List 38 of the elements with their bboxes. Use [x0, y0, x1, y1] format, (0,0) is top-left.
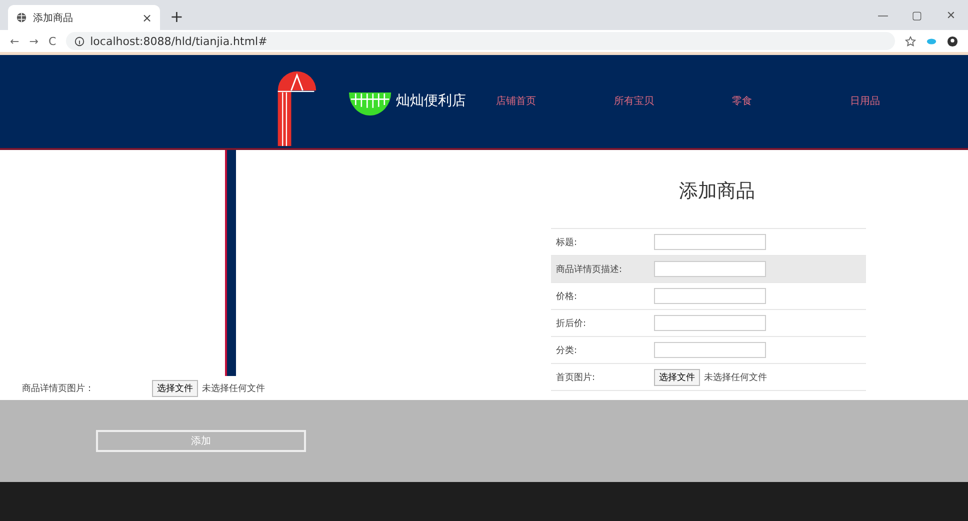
shop-name: 灿灿便利店 — [396, 92, 466, 110]
browser-tab[interactable]: 添加商品 × — [8, 5, 160, 30]
choose-file-button[interactable]: 选择文件 — [654, 368, 700, 386]
tab-title: 添加商品 — [33, 12, 74, 24]
star-icon[interactable] — [905, 36, 916, 46]
nav-link[interactable]: 日用品 — [850, 94, 968, 108]
new-tab-button[interactable]: + — [170, 7, 184, 26]
back-button[interactable]: ← — [10, 34, 20, 48]
forward-button[interactable]: → — [29, 34, 38, 48]
info-icon — [74, 36, 86, 46]
profile-icon[interactable] — [947, 36, 958, 46]
address-bar[interactable]: localhost:8088/hld/tianjia.html# — [66, 32, 895, 50]
input-field[interactable] — [654, 261, 766, 277]
file-status: 未选择任何文件 — [704, 372, 767, 384]
maximize-button[interactable]: ▢ — [900, 9, 934, 22]
field-label: 价格: — [556, 290, 578, 302]
input-field[interactable] — [654, 342, 766, 358]
globe-icon — [16, 12, 27, 23]
field-label: 分类: — [556, 344, 578, 356]
field-label: 标题: — [556, 236, 578, 248]
page-title: 添加商品 — [679, 179, 755, 204]
minimize-button[interactable]: — — [866, 9, 900, 22]
input-field[interactable] — [654, 288, 766, 304]
choose-file-button[interactable]: 选择文件 — [152, 380, 198, 396]
file-status: 未选择任何文件 — [202, 382, 265, 394]
field-label: 商品详情页描述: — [556, 264, 624, 276]
close-button[interactable]: ✕ — [934, 9, 968, 22]
reload-button[interactable]: C — [48, 34, 56, 48]
nav-link[interactable]: 所有宝贝 — [614, 94, 732, 108]
field-label: 商品详情页图片： — [22, 382, 95, 394]
input-field[interactable] — [654, 315, 766, 331]
tab-close-button[interactable]: × — [142, 10, 152, 24]
field-label: 折后价: — [556, 318, 588, 330]
input-field[interactable] — [654, 234, 766, 250]
field-label: 首页图片: — [556, 372, 596, 384]
nav-link[interactable]: 零食 — [732, 94, 850, 108]
basket-logo-icon — [348, 90, 392, 118]
nav-link[interactable]: 店铺首页 — [496, 94, 614, 108]
